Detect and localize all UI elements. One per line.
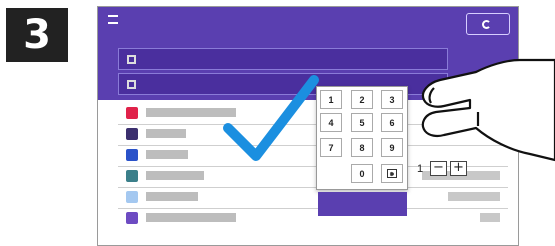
checkmark-icon <box>223 75 319 161</box>
hand-pointer-icon <box>421 58 555 162</box>
instruction-overlay <box>223 58 555 162</box>
